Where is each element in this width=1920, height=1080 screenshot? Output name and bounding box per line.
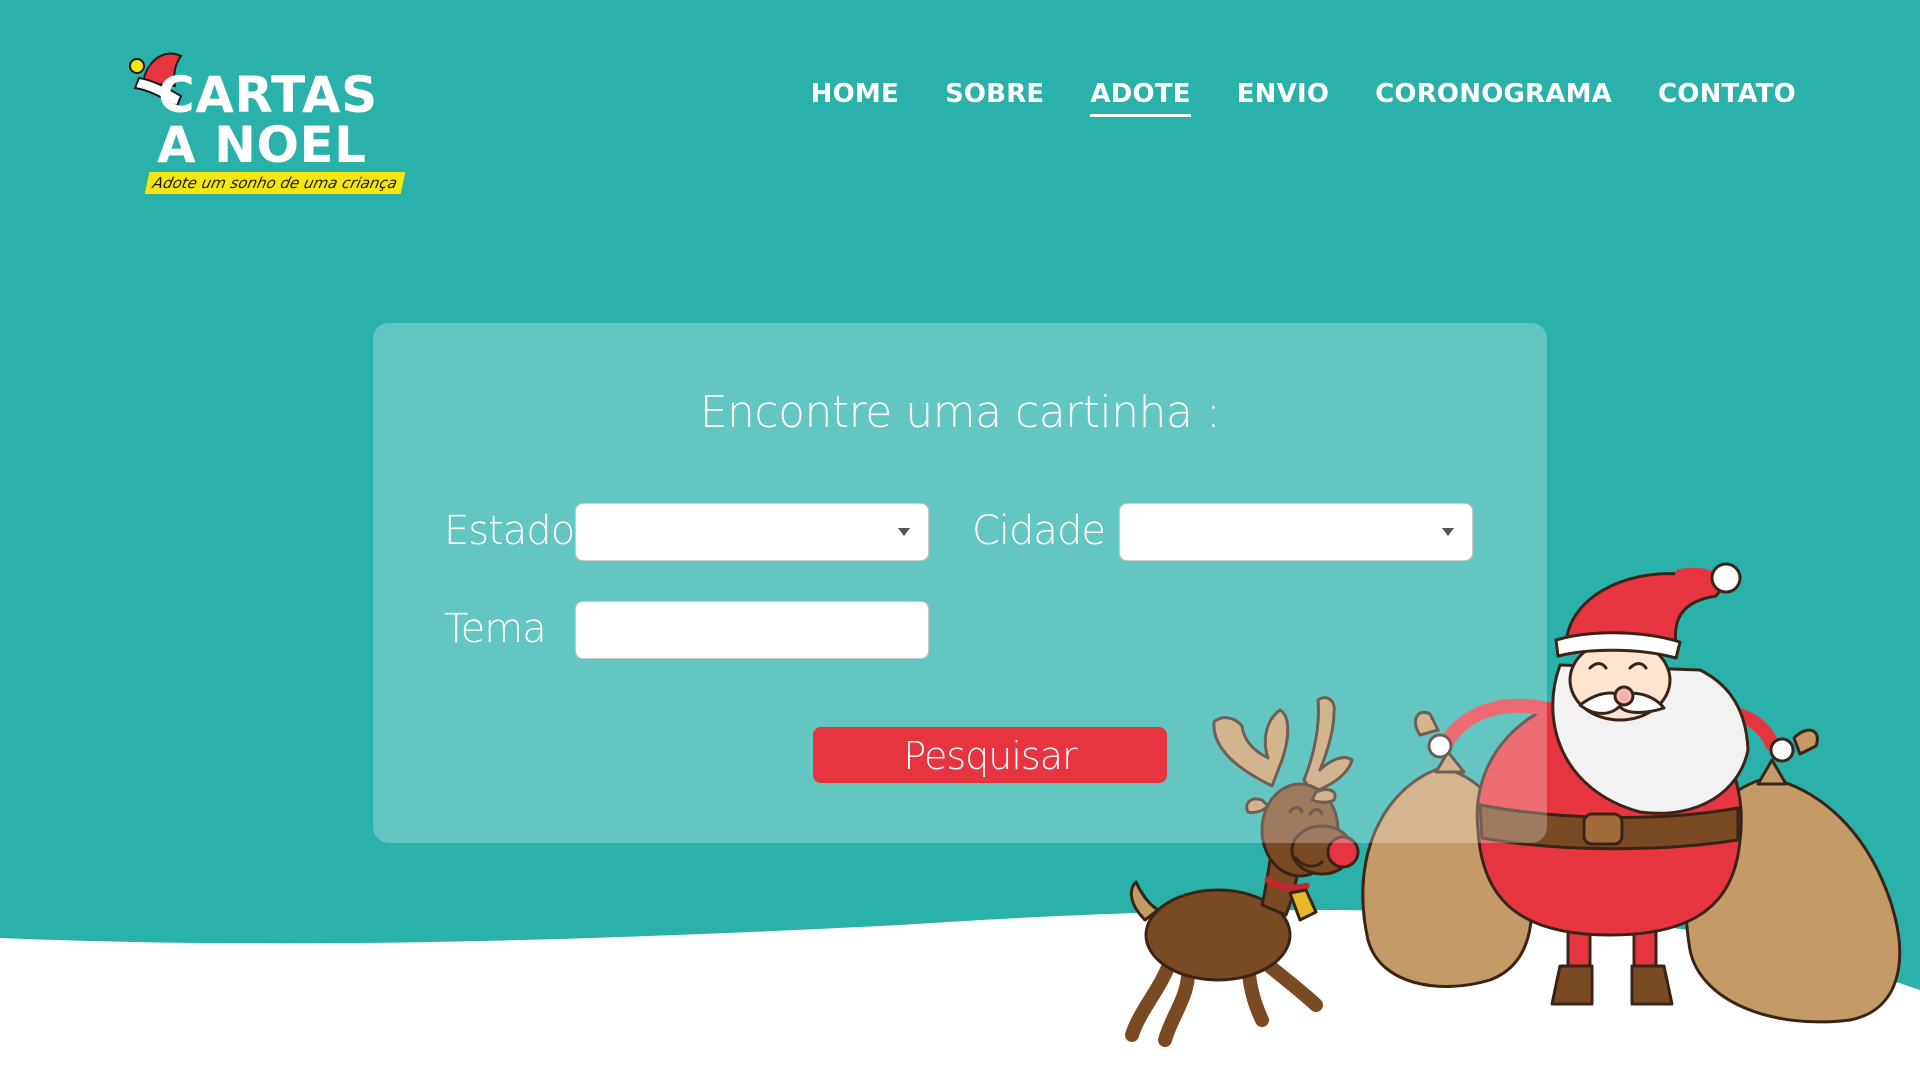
site-logo[interactable]: CARTAS A NOEL Adote um sonho de uma cria… xyxy=(125,42,406,202)
logo-tagline: Adote um sonho de uma criança xyxy=(144,172,406,194)
tema-input[interactable] xyxy=(576,602,928,658)
logo-line-1: CARTAS xyxy=(158,66,378,124)
nav-envio[interactable]: ENVIO xyxy=(1237,76,1329,117)
search-card: Encontre uma cartinha : Estado Cidade Te… xyxy=(373,323,1547,843)
search-title: Encontre uma cartinha : xyxy=(699,387,1221,438)
nav-coronograma[interactable]: CORONOGRAMA xyxy=(1375,76,1612,117)
main-nav: HOME SOBRE ADOTE ENVIO CORONOGRAMA CONTA… xyxy=(811,76,1796,117)
estado-label: Estado xyxy=(444,508,575,554)
nav-home[interactable]: HOME xyxy=(811,76,899,117)
cidade-select[interactable] xyxy=(1119,503,1473,561)
select-arrow-icon xyxy=(1442,528,1454,536)
snow-ground xyxy=(0,910,1920,1080)
cidade-label: Cidade xyxy=(972,508,1106,554)
pesquisar-button[interactable]: Pesquisar xyxy=(813,727,1167,783)
nav-contato[interactable]: CONTATO xyxy=(1658,76,1796,117)
nav-sobre[interactable]: SOBRE xyxy=(945,76,1044,117)
tema-label: Tema xyxy=(444,606,547,652)
estado-select[interactable] xyxy=(575,503,929,561)
select-arrow-icon xyxy=(898,528,910,536)
tema-field xyxy=(575,601,929,659)
nav-adote[interactable]: ADOTE xyxy=(1090,76,1191,117)
logo-line-2: A NOEL xyxy=(157,116,367,174)
